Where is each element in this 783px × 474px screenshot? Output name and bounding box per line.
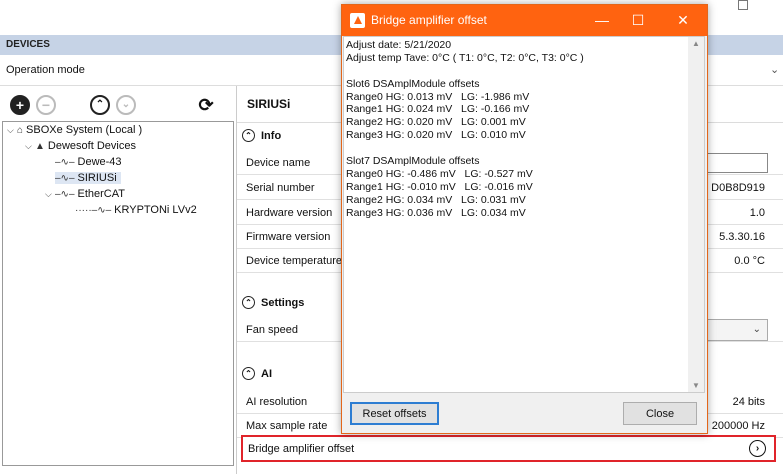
tree-node-label: KRYPTONi LVv2 [114, 204, 197, 216]
tree-node-ethercat[interactable]: ⌵ –∿– EtherCAT [45, 188, 125, 200]
tree-node-kryptoni[interactable]: ·····–∿– KRYPTONi LVv2 [75, 204, 197, 216]
row-key: Serial number [246, 182, 315, 194]
remove-device-icon[interactable]: − [36, 95, 56, 115]
add-device-icon[interactable]: + [10, 95, 30, 115]
section-title: AI [261, 367, 272, 380]
tree-node-sboxe[interactable]: ⌵ ⌂ SBOXe System (Local ) [7, 124, 142, 136]
offset-line [346, 142, 686, 155]
row-key: Firmware version [246, 231, 331, 243]
device-tree-panel: + − ⌃ ⌄ ⟳ ⌵ ⌂ SBOXe System (Local ) ⌵ ▲ … [0, 86, 237, 474]
reset-offsets-button[interactable]: Reset offsets [350, 402, 439, 425]
top-checkbox[interactable] [738, 0, 748, 10]
row-value: 5.3.30.16 [719, 231, 765, 243]
offset-line: Range0 HG: -0.486 mV LG: -0.527 mV [346, 167, 533, 180]
maximize-icon[interactable]: ☐ [627, 10, 649, 30]
row-key: Device temperature [246, 255, 342, 267]
collapse-icon[interactable]: ⌵ [7, 125, 17, 136]
row-key: AI resolution [246, 396, 308, 408]
move-up-icon[interactable]: ⌃ [90, 95, 110, 115]
device-tree[interactable]: ⌵ ⌂ SBOXe System (Local ) ⌵ ▲ Dewesoft D… [2, 121, 234, 466]
refresh-icon[interactable]: ⟳ [196, 95, 216, 115]
dewesoft-icon: ▲ [35, 140, 45, 152]
collapse-section-icon[interactable]: ⌃ [242, 367, 255, 380]
row-key: Bridge amplifier offset [248, 443, 355, 455]
tree-node-label: Dewe-43 [77, 156, 122, 168]
tree-node-dewe43[interactable]: –∿– Dewe-43 [55, 156, 122, 168]
offsets-text-area[interactable]: Adjust date: 5/21/2020 Adjust temp Tave:… [343, 36, 705, 393]
collapse-section-icon[interactable]: ⌃ [242, 129, 255, 142]
section-info-header[interactable]: ⌃ Info [242, 129, 281, 142]
home-icon: ⌂ [17, 124, 24, 136]
row-value: 24 bits [732, 396, 765, 408]
chevron-down-icon[interactable]: ⌄ [770, 63, 779, 76]
tree-node-label: Dewesoft Devices [47, 140, 136, 152]
signal-icon: –∿– [55, 156, 75, 168]
offset-line: Range1 HG: -0.010 mV LG: -0.016 mV [346, 180, 533, 193]
offset-line: Range3 HG: 0.020 mV LG: 0.010 mV [346, 129, 526, 142]
section-title: Info [261, 129, 282, 142]
dewesoft-logo-icon [350, 13, 365, 28]
move-down-icon[interactable]: ⌄ [116, 95, 136, 115]
tree-node-label: EtherCAT [77, 188, 125, 200]
collapse-icon[interactable]: ⌵ [25, 141, 35, 152]
offset-line [346, 65, 686, 78]
row-key: Fan speed [246, 324, 298, 336]
row-key: Hardware version [246, 207, 333, 219]
scroll-down-icon[interactable]: ▼ [692, 381, 700, 390]
signal-icon: ·····–∿– [75, 204, 112, 216]
row-value: D0B8D919 [711, 182, 765, 194]
section-title: Settings [261, 296, 305, 309]
offset-line: Range1 HG: 0.024 mV LG: -0.166 mV [346, 103, 530, 116]
row-value: 200000 Hz [711, 420, 765, 432]
minimize-icon[interactable]: — [591, 10, 613, 30]
offset-line: Slot6 DSAmplModule offsets [346, 77, 480, 90]
devices-header: DEVICES [6, 39, 50, 50]
offset-line: Range3 HG: 0.036 mV LG: 0.034 mV [346, 206, 526, 219]
fan-speed-select[interactable]: ⌄ [702, 319, 768, 341]
scroll-up-icon[interactable]: ▲ [692, 39, 700, 48]
dialog-title: Bridge amplifier offset [371, 13, 487, 27]
collapse-section-icon[interactable]: ⌃ [242, 296, 255, 309]
device-name-input[interactable] [702, 153, 768, 173]
tree-node-siriusi[interactable]: –∿– SIRIUSi [55, 172, 121, 184]
row-key: Device name [246, 157, 311, 169]
tree-node-dewesoft-devices[interactable]: ⌵ ▲ Dewesoft Devices [25, 140, 136, 152]
tree-node-label: SBOXe System (Local ) [26, 124, 143, 136]
bridge-offset-dialog: Bridge amplifier offset — ☐ ✕ Adjust dat… [341, 4, 708, 434]
chevron-down-icon: ⌄ [752, 324, 761, 335]
section-settings-header[interactable]: ⌃ Settings [242, 296, 304, 309]
row-value: 0.0 °C [734, 255, 765, 267]
tree-node-label: SIRIUSi [77, 172, 117, 184]
signal-icon: –∿– [55, 188, 75, 200]
close-button[interactable]: Close [623, 402, 697, 425]
offset-line: Adjust date: 5/21/2020 [346, 39, 452, 51]
row-value: 1.0 [749, 207, 765, 219]
operation-mode-label: Operation mode [6, 64, 85, 76]
row-key: Max sample rate [246, 420, 328, 432]
device-title: SIRIUSi [247, 97, 291, 111]
offset-line: Slot7 DSAmplModule offsets [346, 155, 480, 168]
close-icon[interactable]: ✕ [672, 10, 694, 30]
offset-line: Adjust temp Tave: 0°C ( T1: 0°C, T2: 0°C… [346, 51, 584, 64]
offsets-lines: Adjust date: 5/21/2020 Adjust temp Tave:… [346, 39, 686, 219]
offset-line: Range2 HG: 0.034 mV LG: 0.031 mV [346, 193, 526, 206]
vertical-scrollbar[interactable]: ▲ ▼ [688, 37, 704, 392]
collapse-icon[interactable]: ⌵ [45, 189, 55, 200]
section-ai-header[interactable]: ⌃ AI [242, 367, 272, 380]
dialog-title-bar[interactable]: Bridge amplifier offset — ☐ ✕ [342, 5, 707, 36]
bridge-amplifier-offset-row[interactable]: Bridge amplifier offset › [241, 435, 776, 462]
chevron-right-icon[interactable]: › [749, 440, 766, 457]
offset-line: Range2 HG: 0.020 mV LG: 0.001 mV [346, 116, 526, 129]
signal-icon: –∿– [55, 172, 75, 184]
offset-line: Range0 HG: 0.013 mV LG: -1.986 mV [346, 90, 530, 103]
